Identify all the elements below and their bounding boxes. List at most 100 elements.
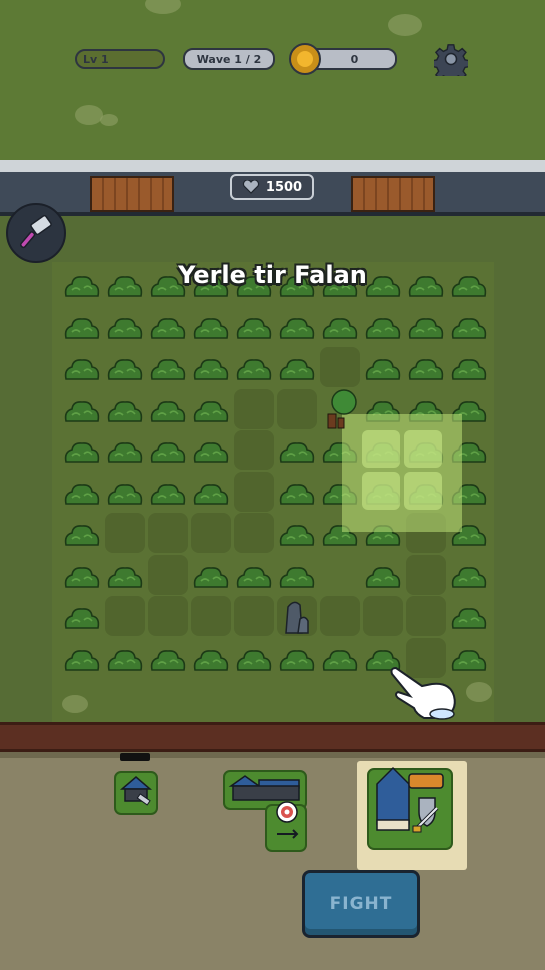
empty-cell: [234, 471, 274, 512]
empty-cell: [363, 596, 403, 636]
bush-icon: [150, 442, 186, 463]
placement-cell[interactable]: [362, 430, 400, 468]
bush-icon: [150, 317, 186, 339]
decor-rock: [466, 682, 492, 702]
empty-cell: [406, 554, 446, 595]
bush-icon: [451, 317, 487, 339]
bush-icon: [150, 483, 186, 505]
bush-icon: [107, 483, 143, 505]
card-archer-camp[interactable]: [223, 770, 309, 854]
bush-icon: [451, 566, 487, 588]
bush-icon: [64, 566, 100, 588]
empty-cell: [148, 596, 188, 636]
empty-cell: [406, 596, 446, 636]
empty-cell: [148, 554, 188, 595]
bush-icon: [107, 359, 143, 380]
top-grass-area: [0, 0, 545, 165]
card-panel-edge: [0, 752, 545, 758]
bush-icon: [150, 400, 186, 422]
bush-icon: [150, 359, 186, 380]
hammer-button[interactable]: [6, 203, 66, 263]
stone-obstacle: [285, 601, 309, 634]
bush-icon: [64, 317, 100, 339]
bush-icon: [107, 649, 143, 671]
bush-icon: [408, 317, 444, 339]
empty-cell: [105, 513, 145, 553]
bush-icon: [193, 442, 229, 463]
fight-button[interactable]: FIGHT: [302, 870, 420, 938]
bush-icon: [236, 649, 272, 671]
wall-health-value: 1500: [265, 179, 303, 195]
bush-icon: [451, 608, 487, 629]
bush-icon: [64, 483, 100, 505]
bush-icon: [193, 566, 229, 588]
archery-target-icon: [276, 801, 299, 839]
wall-health-badge: 1500: [230, 174, 314, 200]
placement-cell[interactable]: [404, 430, 442, 468]
bush-icon: [279, 442, 315, 463]
bush-icon: [279, 649, 315, 671]
wave-indicator: Wave 1 / 2: [183, 48, 275, 70]
empty-cell: [234, 430, 274, 470]
coin-icon: [289, 43, 321, 75]
placement-cell[interactable]: [404, 472, 442, 510]
empty-cell: [277, 388, 317, 429]
active-tab-marker: [120, 753, 150, 761]
bush-icon: [365, 359, 401, 380]
bush-icon: [279, 359, 315, 380]
bush-icon: [64, 359, 100, 380]
card-barracks[interactable]: [367, 766, 453, 850]
fight-label: FIGHT: [329, 894, 393, 914]
placement-cell[interactable]: [362, 472, 400, 510]
empty-cell: [234, 388, 274, 429]
decor-rock: [388, 14, 422, 36]
bush-icon: [193, 359, 229, 380]
bush-icon: [150, 649, 186, 671]
wall-gate-right: [351, 176, 435, 212]
bush-icon: [279, 317, 315, 339]
decor-rock: [62, 695, 88, 713]
empty-cell: [105, 596, 145, 636]
bush-icon: [193, 400, 229, 422]
bush-icon: [279, 483, 315, 505]
bush-icon: [279, 525, 315, 546]
empty-cell: [234, 596, 274, 636]
bush-icon: [193, 483, 229, 505]
empty-cell: [320, 596, 360, 636]
coin-amount: 0: [350, 52, 359, 66]
empty-cell: [320, 347, 360, 387]
bush-icon: [107, 442, 143, 463]
bush-icon: [451, 359, 487, 380]
decor-rock: [100, 114, 118, 126]
gear-icon[interactable]: [434, 42, 468, 76]
bush-icon: [64, 649, 100, 671]
bush-icon: [365, 566, 401, 588]
hammer-icon: [19, 215, 52, 249]
tree-obstacle: [327, 389, 357, 429]
bush-icon: [107, 400, 143, 422]
bush-icon: [64, 400, 100, 422]
wall-gate-left: [90, 176, 174, 212]
bush-icon: [64, 442, 100, 463]
bush-icon: [64, 525, 100, 546]
empty-cell: [191, 596, 231, 636]
tutorial-hand-icon: [390, 666, 456, 720]
bush-icon: [236, 317, 272, 339]
bush-icon: [279, 566, 315, 588]
decor-rock: [75, 105, 103, 125]
card-builder-hut[interactable]: [114, 771, 158, 815]
bush-icon: [236, 359, 272, 380]
hammer-hut-icon: [119, 776, 153, 806]
bush-icon: [107, 566, 143, 588]
wave-label: Wave 1 / 2: [196, 52, 262, 66]
empty-cell: [234, 513, 274, 553]
bush-icon: [236, 566, 272, 588]
bush-icon: [193, 317, 229, 339]
bush-icon: [193, 649, 229, 671]
heart-icon: [242, 180, 260, 194]
level-bar: Lv 1: [75, 49, 165, 69]
bush-icon: [107, 317, 143, 339]
bush-icon: [322, 317, 358, 339]
level-label: Lv 1: [83, 52, 109, 66]
empty-cell: [191, 513, 231, 553]
